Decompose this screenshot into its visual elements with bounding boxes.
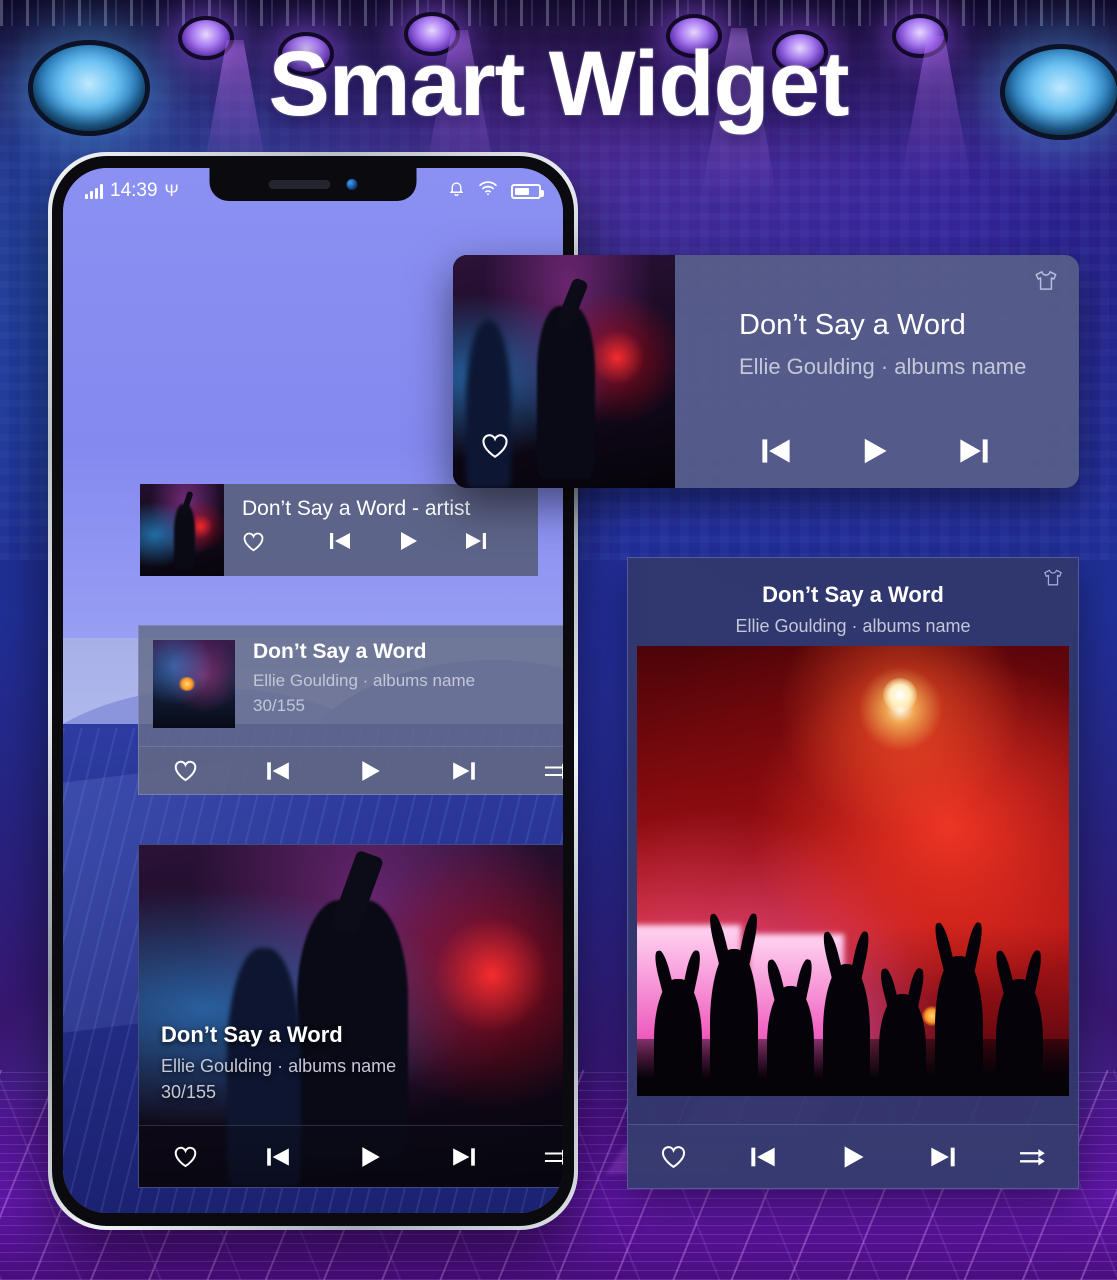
favorite-button[interactable] xyxy=(480,432,510,464)
phone-notch xyxy=(209,168,417,201)
truss-bar xyxy=(0,0,1117,26)
widget-header: Don’t Say a Word Ellie Goulding · albums… xyxy=(628,558,1078,646)
album-art-thumbnail xyxy=(153,640,235,728)
play-button[interactable] xyxy=(808,1144,898,1170)
favorite-button[interactable] xyxy=(139,759,232,782)
playback-controls xyxy=(628,1124,1078,1188)
music-widget-medium[interactable]: Don’t Say a Word Ellie Goulding · albums… xyxy=(138,625,563,795)
tshirt-icon[interactable] xyxy=(1033,269,1059,298)
signal-bars-icon xyxy=(85,183,103,199)
playback-controls xyxy=(139,746,563,794)
artist-album: Ellie Goulding · albums name xyxy=(161,1056,397,1076)
track-title: Don’t Say a Word xyxy=(253,640,427,663)
next-button[interactable] xyxy=(924,436,1023,466)
artist-album: Ellie Goulding · albums name xyxy=(739,354,1027,379)
repeat-button[interactable] xyxy=(510,1146,563,1168)
favorite-button[interactable] xyxy=(139,1145,232,1168)
battery-icon xyxy=(511,183,544,199)
artist-album: Ellie Goulding · albums name xyxy=(735,616,971,636)
page-title: Smart Widget xyxy=(268,33,849,135)
tshirt-icon[interactable] xyxy=(1042,568,1064,593)
previous-button[interactable] xyxy=(232,759,325,783)
favorite-button[interactable] xyxy=(628,1144,718,1169)
track-title: Don’t Say a Word xyxy=(739,309,966,341)
album-art-large xyxy=(637,646,1069,1096)
crowd-silhouette xyxy=(637,907,1069,1096)
repeat-button[interactable] xyxy=(510,760,563,782)
stage-spotlight xyxy=(883,677,918,712)
next-button[interactable] xyxy=(442,530,510,552)
next-button[interactable] xyxy=(898,1144,988,1170)
playback-controls xyxy=(139,1125,563,1187)
play-button[interactable] xyxy=(325,1145,418,1169)
music-widget-photo[interactable]: Don’t Say a Word Ellie Goulding · albums… xyxy=(138,844,563,1188)
track-title: Don’t Say a Word xyxy=(161,1022,343,1047)
previous-button[interactable] xyxy=(306,530,374,552)
playback-controls xyxy=(242,530,524,552)
music-widget-large[interactable]: Don’t Say a Word Ellie Goulding · albums… xyxy=(627,557,1079,1189)
repeat-button[interactable] xyxy=(988,1145,1078,1169)
previous-button[interactable] xyxy=(727,436,826,466)
next-button[interactable] xyxy=(417,759,510,783)
play-button[interactable] xyxy=(374,530,442,552)
album-art-large xyxy=(453,255,675,488)
album-art-thumbnail xyxy=(140,484,224,576)
usb-icon: Ψ xyxy=(164,181,179,200)
bell-icon xyxy=(448,179,465,203)
track-position: 30/155 xyxy=(161,1082,217,1102)
music-widget-floating[interactable]: Don’t Say a Word Ellie Goulding · albums… xyxy=(453,255,1079,488)
play-button[interactable] xyxy=(826,436,925,466)
front-camera-icon xyxy=(346,179,358,190)
earpiece-speaker xyxy=(268,180,331,189)
track-title: Don’t Say a Word xyxy=(762,582,944,607)
previous-button[interactable] xyxy=(232,1145,325,1169)
artist-album: Ellie Goulding · albums name xyxy=(253,671,476,690)
previous-button[interactable] xyxy=(718,1144,808,1170)
favorite-button[interactable] xyxy=(242,531,306,552)
play-button[interactable] xyxy=(325,759,418,783)
wifi-icon xyxy=(478,180,498,202)
music-widget-small[interactable]: Don’t Say a Word - artist xyxy=(140,484,538,576)
track-title: Don’t Say a Word - artist xyxy=(242,497,471,520)
next-button[interactable] xyxy=(417,1145,510,1169)
track-position: 30/155 xyxy=(253,696,305,715)
status-bar-time: 14:39 xyxy=(110,180,158,201)
playback-controls xyxy=(727,436,1023,466)
